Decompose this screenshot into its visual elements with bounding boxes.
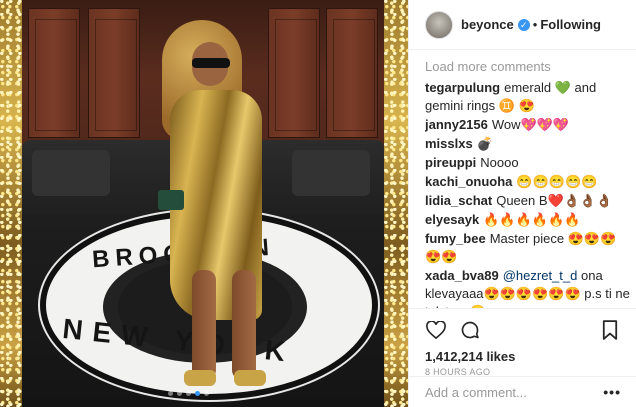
comment-mention-link[interactable]: @hezret_t_d [503,268,578,283]
comment-item: kachi_onuoha 😁😁😁😁😁 [425,173,631,191]
header-separator: • [532,17,538,32]
comment-username-link[interactable]: janny2156 [425,117,488,132]
gold-curtain-right [384,0,408,407]
comments-list: Load more comments tegarpulung emerald 💚 … [425,58,631,308]
carousel-dot[interactable] [177,391,182,396]
comment-username-link[interactable]: kachi_onuoha [425,174,512,189]
locker [88,8,140,138]
comment-username-link[interactable]: elyesayk [425,212,479,227]
comment-item: tegarpulung emerald 💚 and gemini rings ♊️… [425,79,631,115]
gold-curtain-left [0,0,22,407]
like-count[interactable]: 1,412,214 likes [425,349,621,365]
comment-username-link[interactable]: tegarpulung [425,80,500,95]
comment-username-link[interactable]: misslxs [425,136,473,151]
carousel-dot[interactable] [204,391,209,396]
couch-cushion [292,150,370,196]
comment-username-link[interactable]: xada_bva89 [425,268,499,283]
more-options-button[interactable]: ••• [603,384,621,400]
load-more-comments-link[interactable]: Load more comments [425,58,631,76]
gold-heel [184,370,216,386]
gold-heel [234,370,266,386]
username-link[interactable]: beyonce [461,17,514,32]
comment-username-link[interactable]: lidia_schat [425,193,492,208]
carousel-dot[interactable] [168,391,173,396]
comment-text: Queen B❤️👌🏾👌🏾👌🏾 [496,193,613,208]
comment-item: fumy_bee Master piece 😍😍😍😍😍 [425,230,631,266]
heart-icon[interactable] [425,319,447,341]
comment-item: lidia_schat Queen B❤️👌🏾👌🏾👌🏾 [425,192,631,210]
leg [232,270,256,380]
comment-bubble-icon[interactable] [459,319,481,341]
carousel-dot[interactable] [186,391,191,396]
comment-text: Noooo [480,155,519,170]
comment-item: elyesayk 🔥🔥🔥🔥🔥🔥 [425,211,631,229]
comment-text: 💣 [476,136,493,151]
action-icons [425,317,621,345]
sunglasses [192,58,230,68]
comment-item: pireuppi Noooo [425,154,631,172]
couch-cushion [32,150,110,196]
add-comment-bar: ••• [409,376,636,407]
comment-item: janny2156 Wow💖💖💖 [425,116,631,134]
locker [326,8,378,138]
avatar[interactable] [425,10,453,39]
comment-item: misslxs 💣 [425,135,631,153]
person-in-gold-dress [152,20,282,390]
add-comment-input[interactable] [425,384,604,400]
locker [28,8,80,138]
comment-username-link[interactable]: fumy_bee [425,231,486,246]
green-clutch [158,190,184,210]
following-button[interactable]: Following [540,17,601,32]
bookmark-icon[interactable] [599,319,621,341]
carousel-indicator [168,391,209,399]
leg [192,270,216,380]
post-side-panel: beyonce ✓ • Following Load more comments… [408,0,636,407]
post-header: beyonce ✓ • Following [409,0,636,50]
comment-username-link[interactable]: pireuppi [425,155,476,170]
locker-room-scene: BROOKLYN NEW YORK [22,0,384,407]
post-photo[interactable]: BROOKLYN NEW YORK [0,0,408,407]
comment-text: 😁😁😁😁😁 [516,174,598,189]
verified-badge-icon: ✓ [517,18,530,31]
comment-item: xada_bva89 @hezret_t_d ona klevayaaa😍😍😍😍😍… [425,267,631,308]
comment-text: Wow💖💖💖 [491,117,570,132]
post-actions: 1,412,214 likes 8 HOURS AGO [409,308,636,377]
comment-text: 🔥🔥🔥🔥🔥🔥 [483,212,581,227]
carousel-dot[interactable] [195,391,200,396]
